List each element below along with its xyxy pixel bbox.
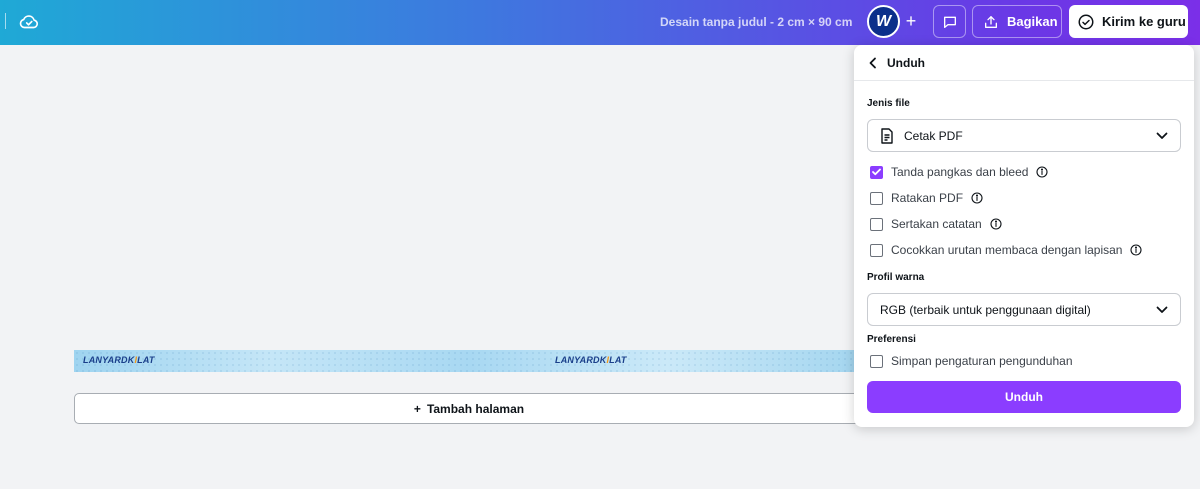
download-button-label: Unduh [1005, 390, 1043, 404]
include-notes-label: Sertakan catatan [891, 217, 982, 231]
info-icon[interactable] [990, 218, 1002, 230]
document-title[interactable]: Desain tanpa judul - 2 cm × 90 cm [660, 15, 852, 29]
avatar[interactable]: W [867, 5, 900, 38]
design-page-lanyard[interactable]: LANYARDKILAT LANYARDKILAT [74, 350, 864, 372]
plus-icon: + [413, 401, 421, 416]
comment-icon [943, 16, 956, 28]
file-type-select[interactable]: Cetak PDF [867, 119, 1181, 152]
download-panel-header: Unduh [854, 45, 1194, 81]
save-settings-checkbox[interactable] [870, 354, 883, 368]
include-notes-checkbox[interactable] [870, 217, 883, 231]
panel-title: Unduh [887, 55, 925, 70]
chevron-down-icon [1156, 132, 1168, 139]
option-include-notes[interactable]: Sertakan catatan [870, 217, 1002, 231]
reading-order-checkbox[interactable] [870, 243, 883, 257]
info-icon[interactable] [1130, 244, 1143, 256]
flatten-pdf-checkbox[interactable] [870, 191, 883, 205]
option-reading-order[interactable]: Cocokkan urutan membaca dengan lapisan [870, 243, 1143, 257]
back-chevron-icon[interactable] [868, 57, 878, 69]
flatten-pdf-label: Ratakan PDF [891, 191, 964, 205]
send-to-teacher-label: Kirim ke guru [1102, 14, 1186, 29]
avatar-letter: W [875, 12, 892, 30]
download-panel: Unduh Jenis file Cetak PDF Tanda pangkas… [854, 45, 1194, 427]
color-profile-select[interactable]: RGB (terbaik untuk penggunaan digital) [867, 293, 1181, 326]
crop-marks-checkbox[interactable] [870, 165, 883, 179]
preferences-label: Preferensi [867, 334, 916, 345]
document-icon [881, 127, 893, 144]
share-button[interactable]: Bagikan [972, 5, 1062, 38]
save-settings-label: Simpan pengaturan pengunduhan [891, 354, 1073, 368]
color-profile-value: RGB (terbaik untuk penggunaan digital) [880, 302, 1091, 317]
top-bar: Desain tanpa judul - 2 cm × 90 cm W + Ba… [0, 0, 1200, 45]
reading-order-label: Cocokkan urutan membaca dengan lapisan [891, 243, 1123, 257]
option-flatten-pdf[interactable]: Ratakan PDF [870, 191, 983, 205]
plus-icon: + [905, 10, 917, 31]
download-button[interactable]: Unduh [867, 381, 1181, 413]
color-profile-label: Profil warna [867, 272, 925, 283]
info-icon[interactable] [971, 192, 983, 204]
lanyard-logo-center: LANYARDKILAT [555, 355, 627, 365]
share-icon [985, 15, 997, 28]
toolbar-divider [5, 13, 6, 29]
cloud-save-icon[interactable] [18, 11, 40, 33]
lanyard-logo-left: LANYARDKILAT [83, 355, 155, 365]
file-type-value: Cetak PDF [904, 128, 963, 143]
crop-marks-label: Tanda pangkas dan bleed [891, 165, 1029, 179]
add-page-label: Tambah halaman [426, 401, 525, 416]
share-label: Bagikan [1007, 14, 1058, 29]
chevron-down-icon [1156, 306, 1168, 313]
option-crop-marks[interactable]: Tanda pangkas dan bleed [870, 165, 1049, 179]
check-circle-icon [1078, 14, 1094, 29]
file-type-label: Jenis file [867, 98, 910, 109]
add-collaborator-button[interactable]: + [897, 7, 925, 35]
add-page-button[interactable]: + Tambah halaman [74, 393, 864, 424]
info-icon[interactable] [1036, 166, 1049, 178]
strip-pattern [74, 350, 864, 372]
send-to-teacher-button[interactable]: Kirim ke guru [1069, 5, 1188, 38]
comment-button[interactable] [933, 5, 966, 38]
option-save-settings[interactable]: Simpan pengaturan pengunduhan [870, 354, 1073, 368]
